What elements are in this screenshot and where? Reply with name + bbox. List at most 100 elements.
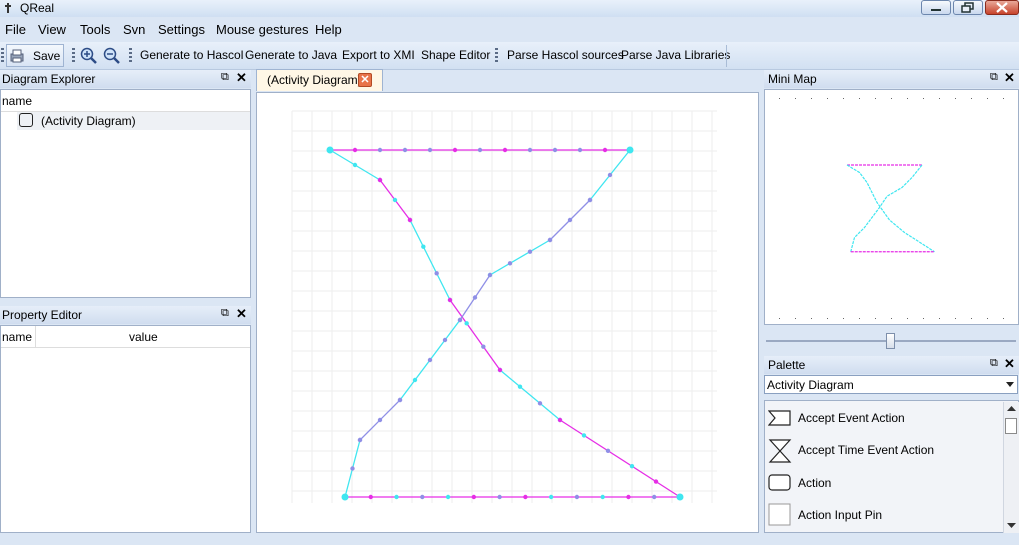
gesture-point[interactable]: [452, 147, 458, 153]
export-xmi-button[interactable]: Export to XMI: [342, 48, 415, 62]
gesture-point[interactable]: [537, 401, 543, 406]
gesture-edge[interactable]: [499, 369, 561, 421]
gesture-point[interactable]: [517, 384, 523, 389]
gesture-endpoint[interactable]: [326, 146, 334, 154]
gesture-point[interactable]: [487, 272, 493, 278]
restore-button[interactable]: [953, 0, 983, 15]
toolbar-grip[interactable]: [1, 48, 4, 64]
menu-mouse-gestures[interactable]: Mouse gestures: [216, 22, 309, 37]
gesture-point[interactable]: [477, 147, 483, 153]
zoom-out-button[interactable]: [103, 47, 120, 64]
parse-hascol-button[interactable]: Parse Hascol sources: [507, 48, 624, 62]
gesture-point[interactable]: [481, 344, 486, 349]
gesture-point[interactable]: [626, 494, 631, 500]
gesture-point[interactable]: [421, 244, 426, 249]
scroll-up-icon[interactable]: [1007, 406, 1016, 412]
gesture-point[interactable]: [350, 466, 355, 471]
close-window-button[interactable]: [985, 0, 1019, 15]
gesture-edge[interactable]: [559, 419, 681, 498]
scroll-down-icon[interactable]: [1007, 523, 1016, 529]
gesture-endpoint[interactable]: [341, 493, 349, 501]
gesture-point[interactable]: [577, 147, 583, 153]
gesture-point[interactable]: [629, 464, 635, 469]
tree-item[interactable]: (Activity Diagram): [17, 112, 250, 130]
tab-activity-diagram[interactable]: (Activity Diagram) ✕: [256, 69, 383, 91]
gesture-endpoint[interactable]: [676, 493, 684, 501]
gesture-point[interactable]: [427, 357, 433, 363]
diagram-drawing[interactable]: [257, 93, 758, 532]
generate-hascol-button[interactable]: Generate to Hascol: [140, 48, 243, 62]
gesture-point[interactable]: [402, 147, 408, 153]
gesture-point[interactable]: [574, 494, 580, 500]
gesture-point[interactable]: [607, 172, 613, 178]
float-icon[interactable]: ⧉: [990, 72, 1000, 83]
menu-view[interactable]: View: [38, 22, 66, 37]
palette-item-accept-time-event-action[interactable]: Accept Time Event Action: [765, 435, 1002, 465]
gesture-point[interactable]: [523, 494, 528, 500]
diagram-canvas[interactable]: [256, 92, 759, 533]
gesture-point[interactable]: [547, 237, 553, 243]
gesture-point[interactable]: [581, 433, 587, 438]
menu-svn[interactable]: Svn: [123, 22, 145, 37]
gesture-point[interactable]: [507, 261, 513, 266]
toolbar-grip[interactable]: [129, 48, 132, 64]
gesture-point[interactable]: [497, 494, 502, 500]
gesture-point[interactable]: [352, 162, 358, 168]
gesture-point[interactable]: [600, 494, 605, 500]
gesture-point[interactable]: [605, 448, 611, 453]
toolbar-grip[interactable]: [72, 48, 75, 64]
gesture-point[interactable]: [472, 295, 478, 300]
gesture-point[interactable]: [457, 317, 463, 323]
zoom-in-button[interactable]: [80, 47, 97, 64]
mini-map-view[interactable]: [764, 89, 1019, 325]
gesture-point[interactable]: [420, 494, 425, 500]
close-icon[interactable]: ✕: [236, 306, 247, 322]
gesture-point[interactable]: [652, 494, 657, 500]
gesture-point[interactable]: [377, 417, 383, 423]
gesture-point[interactable]: [502, 147, 508, 153]
menu-help[interactable]: Help: [315, 22, 342, 37]
palette-diagram-select[interactable]: Activity Diagram: [764, 375, 1018, 394]
gesture-point[interactable]: [392, 197, 398, 203]
gesture-point[interactable]: [442, 337, 448, 343]
gesture-endpoint[interactable]: [626, 146, 634, 154]
float-icon[interactable]: ⧉: [221, 308, 231, 319]
gesture-point[interactable]: [368, 494, 373, 500]
gesture-point[interactable]: [397, 397, 403, 403]
tab-close-icon[interactable]: ✕: [358, 73, 372, 87]
menu-tools[interactable]: Tools: [80, 22, 110, 37]
gesture-point[interactable]: [552, 147, 558, 153]
close-icon[interactable]: ✕: [236, 70, 247, 86]
close-icon[interactable]: ✕: [1004, 356, 1015, 372]
float-icon[interactable]: ⧉: [221, 72, 231, 83]
gesture-point[interactable]: [557, 417, 563, 423]
gesture-point[interactable]: [377, 177, 383, 183]
gesture-point[interactable]: [471, 494, 477, 500]
gesture-point[interactable]: [427, 147, 433, 153]
gesture-point[interactable]: [464, 321, 469, 326]
gesture-point[interactable]: [527, 147, 533, 153]
gesture-point[interactable]: [587, 197, 593, 203]
scroll-thumb[interactable]: [1005, 418, 1017, 434]
palette-scrollbar[interactable]: [1003, 402, 1019, 533]
gesture-point[interactable]: [394, 494, 399, 500]
gesture-point[interactable]: [527, 249, 533, 254]
gesture-point[interactable]: [412, 377, 418, 383]
parse-java-button[interactable]: Parse Java Libraries: [621, 48, 730, 62]
gesture-point[interactable]: [352, 147, 358, 153]
zoom-slider[interactable]: [764, 333, 1019, 349]
palette-item-accept-event-action[interactable]: Accept Event Action: [765, 405, 1002, 433]
gesture-point[interactable]: [567, 217, 573, 223]
save-button[interactable]: Save: [6, 44, 64, 67]
shape-editor-button[interactable]: Shape Editor: [421, 48, 490, 62]
gesture-point[interactable]: [653, 479, 659, 484]
gesture-point[interactable]: [548, 494, 554, 500]
generate-java-button[interactable]: Generate to Java: [245, 48, 337, 62]
gesture-point[interactable]: [445, 494, 451, 500]
close-icon[interactable]: ✕: [1004, 70, 1015, 86]
float-icon[interactable]: ⧉: [990, 358, 1000, 369]
slider-handle[interactable]: [886, 333, 895, 349]
gesture-point[interactable]: [377, 147, 383, 153]
gesture-point[interactable]: [447, 297, 453, 303]
minimize-button[interactable]: [921, 0, 951, 15]
